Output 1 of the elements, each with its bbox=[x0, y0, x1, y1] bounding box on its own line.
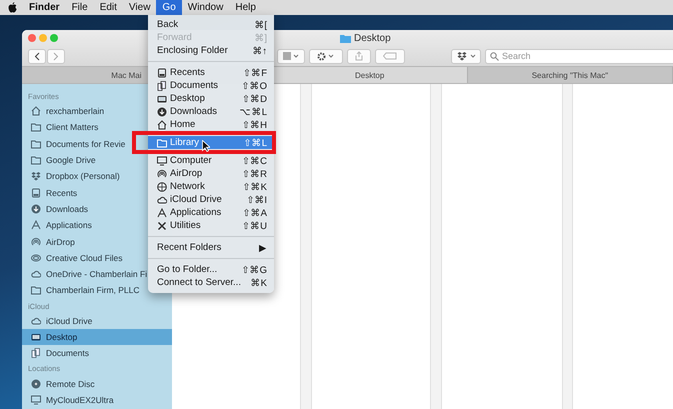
window-title: Desktop bbox=[354, 32, 391, 44]
